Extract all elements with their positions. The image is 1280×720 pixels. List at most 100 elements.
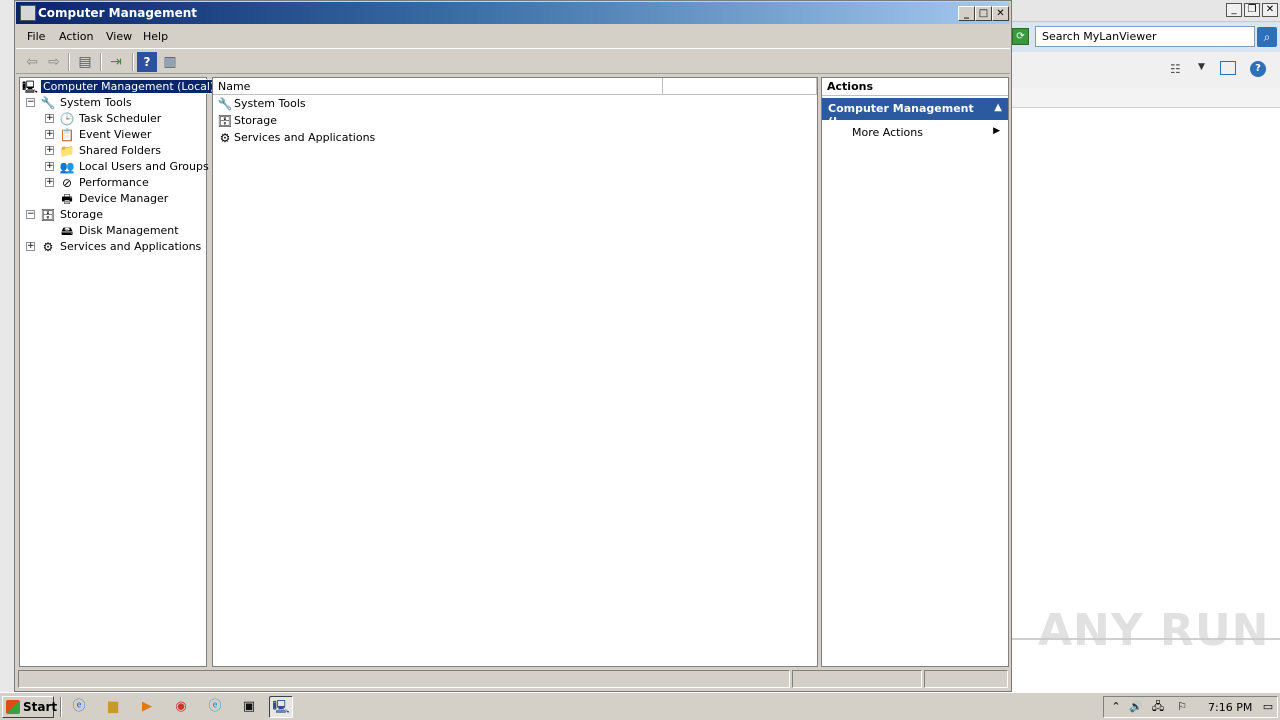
computer-management-window: Computer Management _ □ ✕ File Action Vi… (14, 0, 1012, 692)
help-icon[interactable]: ? (137, 52, 157, 72)
toolbar-separator (68, 53, 70, 71)
actions-section-computer-management[interactable]: Computer Management (L... ▲ (822, 98, 1008, 128)
start-label: Start (23, 700, 58, 714)
more-actions-label: More Actions (852, 126, 923, 139)
taskbar-divider (60, 697, 62, 717)
titlebar[interactable]: Computer Management _ □ ✕ (16, 2, 1010, 24)
menu-action[interactable]: Action (59, 30, 93, 43)
toolbar-separator (132, 53, 134, 71)
show-hidden-icons-icon[interactable]: ⌃ (1108, 699, 1124, 715)
event-viewer-icon: 📋 (59, 128, 75, 142)
toolbar-separator (100, 53, 102, 71)
column-header-name[interactable]: Name (213, 78, 663, 95)
chevron-down-icon[interactable]: ▼ (1198, 62, 1205, 72)
refresh-icon[interactable]: ⟳ (1012, 28, 1029, 45)
media-player-icon[interactable]: ▶ (135, 696, 159, 718)
list-item-label: System Tools (234, 97, 306, 110)
tree-item-label: Disk Management (79, 224, 179, 237)
tree-item-label: Event Viewer (79, 128, 152, 141)
expand-icon[interactable]: + (45, 162, 54, 171)
more-actions-item[interactable]: More Actions ▶ (822, 124, 1008, 142)
help-icon[interactable]: ? (1250, 61, 1266, 77)
volume-icon[interactable]: 🔊 (1128, 699, 1144, 715)
tree-item-label: Task Scheduler (79, 112, 162, 125)
tools-icon: 🔧 (217, 97, 233, 111)
network-icon[interactable]: 🖧 (1150, 699, 1166, 715)
list-item-label: Services and Applications (234, 131, 376, 144)
taskbar: Start ⓔ ▆ ▶ ◉ ⓔ ▣ 🖳 ⌃ 🔊 🖧 ⚐ 7:16 PM ▭ (0, 692, 1280, 720)
system-tray: ⌃ 🔊 🖧 ⚐ 7:16 PM ▭ (1103, 696, 1278, 718)
menu-file[interactable]: File (27, 30, 45, 43)
tree-item-label: Device Manager (79, 192, 169, 205)
clock[interactable]: 7:16 PM (1208, 701, 1252, 714)
preview-pane-icon[interactable] (1220, 61, 1236, 75)
collapse-icon[interactable]: − (26, 98, 35, 107)
column-header-description[interactable] (663, 78, 817, 95)
status-segment-3 (924, 670, 1008, 688)
tools-icon: 🔧 (40, 96, 56, 110)
internet-explorer-icon[interactable]: ⓔ (67, 696, 91, 718)
actions-header: Actions (822, 78, 1008, 96)
console-tree: 🖳 Computer Management (Local) − 🔧 System… (19, 77, 218, 667)
collapse-icon[interactable]: − (26, 210, 35, 219)
list-item-services-applications[interactable]: ⚙ Services and Applications (217, 130, 417, 146)
minimize-button[interactable]: _ (958, 6, 975, 21)
action-center-flag-icon[interactable]: ⚐ (1174, 699, 1190, 715)
show-desktop-icon[interactable]: ▭ (1260, 699, 1276, 715)
bg-restore-button[interactable]: ❐ (1244, 3, 1260, 17)
tree-item-label: Shared Folders (79, 144, 161, 157)
expand-icon[interactable]: + (45, 146, 54, 155)
edge-icon[interactable]: ⓔ (203, 696, 227, 718)
tree-item-label: Performance (79, 176, 149, 189)
tree-item-label: Computer Management (Local) (39, 79, 218, 94)
menu-view[interactable]: View (106, 30, 132, 43)
status-segment-main (18, 670, 790, 688)
view-options-icon[interactable]: ☷ (1170, 62, 1181, 76)
file-explorer-icon[interactable]: ▆ (101, 696, 125, 718)
device-manager-icon: 🖶 (61, 192, 73, 206)
list-item-label: Storage (234, 114, 278, 127)
bg-close-button[interactable]: ✕ (1262, 3, 1278, 17)
shared-folder-icon: 📁 (59, 144, 75, 158)
chevron-up-icon[interactable]: ▲ (994, 102, 1002, 113)
start-button[interactable]: Start (2, 696, 58, 718)
background-window-left-edge (0, 0, 14, 692)
toolbar: ⇦ ⇨ ▤ ⇥ ? ▥ (16, 48, 1010, 74)
chevron-right-icon: ▶ (993, 126, 1000, 136)
chrome-icon[interactable]: ◉ (169, 696, 193, 718)
storage-icon: 🗄 (40, 208, 56, 222)
clock-icon: 🕒 (59, 112, 75, 126)
expand-icon[interactable]: + (45, 178, 54, 187)
export-list-icon[interactable]: ⇥ (106, 52, 126, 72)
window-title: Computer Management (38, 6, 197, 20)
show-hide-console-tree-icon[interactable]: ▤ (75, 52, 95, 72)
list-item-storage[interactable]: 🗄 Storage (217, 113, 417, 129)
storage-icon: 🗄 (217, 114, 233, 128)
expand-icon[interactable]: + (26, 242, 35, 251)
background-column-bar (1010, 88, 1280, 108)
tree-item-label: Services and Applications (60, 240, 202, 253)
computer-management-task-icon[interactable]: 🖳 (269, 696, 293, 718)
computer-management-icon: 🖳 (22, 80, 39, 94)
status-segment-2 (792, 670, 922, 688)
show-hide-action-pane-icon[interactable]: ▥ (160, 52, 180, 72)
background-titlebar: _ ❐ ✕ (1010, 0, 1280, 22)
expand-icon[interactable]: + (45, 114, 54, 123)
menu-help[interactable]: Help (143, 30, 168, 43)
bg-minimize-button[interactable]: _ (1226, 3, 1242, 17)
expand-icon[interactable]: + (45, 130, 54, 139)
performance-icon: ⊘ (61, 176, 73, 190)
list-item-system-tools[interactable]: 🔧 System Tools (217, 96, 417, 112)
close-button[interactable]: ✕ (992, 6, 1009, 21)
menubar: File Action View Help (16, 25, 1010, 47)
computer-management-icon (20, 5, 36, 21)
status-bar (16, 670, 1010, 689)
windows-logo-icon (6, 700, 20, 714)
back-arrow-icon[interactable]: ⇦ (22, 52, 42, 72)
maximize-button[interactable]: □ (975, 6, 992, 21)
mylanviewer-icon[interactable]: ▣ (237, 696, 261, 718)
forward-arrow-icon[interactable]: ⇨ (44, 52, 64, 72)
search-icon[interactable]: ⌕ (1257, 27, 1277, 47)
watermark: ANY RUN (1038, 605, 1270, 656)
search-input[interactable]: Search MyLanViewer (1035, 26, 1255, 47)
